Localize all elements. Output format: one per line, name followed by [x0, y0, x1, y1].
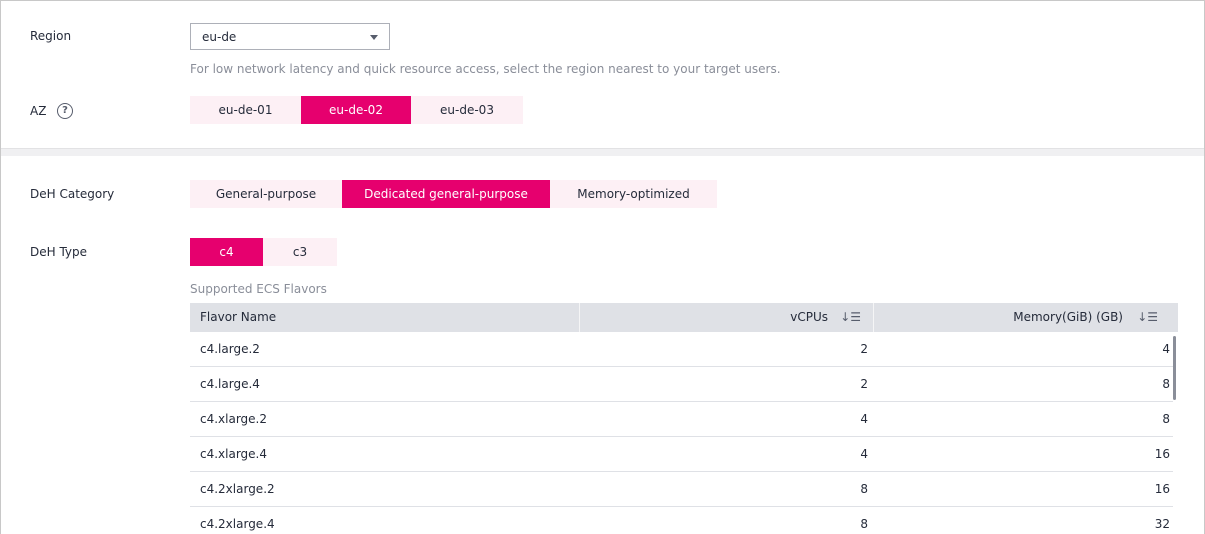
az-option-eu-de-02[interactable]: eu-de-02 [301, 96, 411, 124]
table-header: Flavor Name vCPUs ↓☰ Memory(GiB) (GB) ↓☰ [190, 303, 1178, 332]
table-row[interactable]: c4.large.2 2 4 [190, 332, 1173, 367]
cell-vcpus: 8 [860, 482, 868, 496]
az-option-eu-de-03[interactable]: eu-de-03 [411, 96, 523, 124]
deh-category-label: DeH Category [30, 187, 115, 201]
flavors-caption: Supported ECS Flavors [190, 282, 327, 296]
cell-vcpus: 4 [860, 447, 868, 461]
cell-vcpus: 2 [860, 377, 868, 391]
table-row[interactable]: c4.xlarge.2 4 8 [190, 402, 1173, 437]
region-select[interactable]: eu-de [190, 23, 390, 50]
cell-vcpus: 4 [860, 412, 868, 426]
column-header-label: Memory(GiB) (GB) [1013, 310, 1123, 324]
cell-flavor-name: c4.2xlarge.4 [200, 517, 275, 531]
chevron-down-icon [370, 35, 378, 40]
category-option-dedicated-general-purpose[interactable]: Dedicated general-purpose [342, 180, 550, 208]
table-row[interactable]: c4.large.4 2 8 [190, 367, 1173, 402]
az-label: AZ [30, 104, 47, 118]
column-header-label: vCPUs [790, 310, 828, 324]
cell-memory: 32 [1154, 517, 1170, 531]
category-option-memory-optimized[interactable]: Memory-optimized [550, 180, 717, 208]
table-row[interactable]: c4.2xlarge.2 8 16 [190, 472, 1173, 507]
column-header-flavor-name: Flavor Name [190, 303, 580, 332]
category-option-general-purpose[interactable]: General-purpose [190, 180, 342, 208]
deh-type-selector: c4 c3 [190, 238, 337, 266]
az-selector: eu-de-01 eu-de-02 eu-de-03 [190, 96, 523, 124]
flavors-table: Flavor Name vCPUs ↓☰ Memory(GiB) (GB) ↓☰… [190, 303, 1178, 534]
cell-memory: 8 [1162, 412, 1170, 426]
column-header-vcpus[interactable]: vCPUs ↓☰ [580, 303, 874, 332]
cell-memory: 8 [1162, 377, 1170, 391]
cell-memory: 16 [1154, 482, 1170, 496]
table-body: c4.large.2 2 4 c4.large.4 2 8 c4.xlarge.… [190, 332, 1178, 534]
cell-flavor-name: c4.xlarge.4 [200, 447, 268, 461]
cell-memory: 16 [1154, 447, 1170, 461]
question-circle-icon[interactable]: ? [57, 103, 73, 119]
region-label: Region [30, 29, 72, 43]
cell-flavor-name: c4.large.2 [200, 342, 260, 356]
region-hint: For low network latency and quick resour… [190, 62, 781, 76]
section-divider [1, 148, 1204, 156]
column-header-label: Flavor Name [200, 310, 277, 324]
type-option-c4[interactable]: c4 [190, 238, 263, 266]
deh-type-label: DeH Type [30, 245, 88, 259]
table-scrollbar[interactable] [1173, 336, 1176, 400]
column-header-memory[interactable]: Memory(GiB) (GB) ↓☰ [874, 303, 1178, 332]
cell-flavor-name: c4.xlarge.2 [200, 412, 268, 426]
region-select-value: eu-de [202, 30, 237, 44]
type-option-c3[interactable]: c3 [263, 238, 337, 266]
cell-vcpus: 2 [860, 342, 868, 356]
cell-memory: 4 [1162, 342, 1170, 356]
sort-descending-icon[interactable]: ↓☰ [1137, 303, 1158, 332]
az-option-eu-de-01[interactable]: eu-de-01 [190, 96, 301, 124]
sort-descending-icon[interactable]: ↓☰ [840, 303, 861, 332]
table-row[interactable]: c4.xlarge.4 4 16 [190, 437, 1173, 472]
deh-category-selector: General-purpose Dedicated general-purpos… [190, 180, 717, 208]
table-row[interactable]: c4.2xlarge.4 8 32 [190, 507, 1173, 534]
cell-vcpus: 8 [860, 517, 868, 531]
cell-flavor-name: c4.2xlarge.2 [200, 482, 275, 496]
cell-flavor-name: c4.large.4 [200, 377, 260, 391]
